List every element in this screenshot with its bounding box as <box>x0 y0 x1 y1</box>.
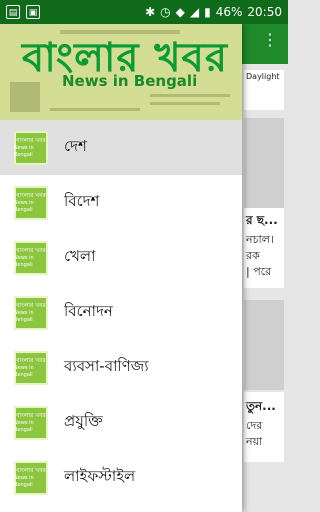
app-logo-icon: বাংলার খবর News in Bengali <box>14 405 48 440</box>
menu-item-lifestyle[interactable]: বাংলার খবর News in Bengali লাইফস্টাইল <box>0 450 242 505</box>
navigation-drawer: বাংলার খবর News in Bengali বাংলার খবর New… <box>0 24 242 512</box>
news-image[interactable] <box>244 118 284 208</box>
drawer-menu: বাংলার খবর News in Bengali দেশ বাংলার খবর… <box>0 120 242 505</box>
app-logo-icon: বাংলার খবর News in Bengali <box>14 350 48 385</box>
overflow-menu-icon[interactable]: ⋮ <box>262 30 278 49</box>
news-image[interactable] <box>244 300 284 390</box>
menu-item-label: বিদেশ <box>64 192 100 210</box>
clock: 20:50 <box>247 5 282 19</box>
app-logo-icon: বাংলার খবর News in Bengali <box>14 460 48 495</box>
news-text-line: | পরে <box>246 265 272 278</box>
news-text-line: নয়া <box>246 435 263 448</box>
app-logo-icon: বাংলার খবর News in Bengali <box>14 295 48 330</box>
wifi-icon: ◆ <box>175 5 185 19</box>
app-logo-icon: বাংলার খবর News in Bengali <box>14 130 48 165</box>
header-snippet: Daylight <box>246 72 280 81</box>
menu-item-desh[interactable]: বাংলার খবর News in Bengali দেশ <box>0 120 242 175</box>
menu-item-label: লাইফস্টাইল <box>64 467 136 485</box>
status-bar: ▤ ▣ ✱ ◷ ◆ ◢ ▮ 46% 20:50 <box>0 0 288 24</box>
menu-item-label: ব্যবসা-বাণিজ্য <box>64 357 149 375</box>
menu-item-label: বিনোদন <box>64 302 113 320</box>
app-logo-icon: বাংলার খবর News in Bengali <box>14 240 48 275</box>
menu-item-label: প্রযুক্তি <box>64 412 103 430</box>
alarm-icon: ◷ <box>160 5 171 19</box>
menu-item-label: দেশ <box>64 137 87 155</box>
notification-icon: ▤ <box>6 5 20 19</box>
menu-item-bidesh[interactable]: বাংলার খবর News in Bengali বিদেশ <box>0 175 242 230</box>
drawer-header: বাংলার খবর News in Bengali <box>0 24 242 120</box>
menu-item-khela[interactable]: বাংলার খবর News in Bengali খেলা <box>0 230 242 285</box>
image-icon: ▣ <box>26 5 40 19</box>
news-headline: র ছ... <box>246 213 278 227</box>
menu-item-binodon[interactable]: বাংলার খবর News in Bengali বিনোদন <box>0 285 242 340</box>
menu-item-byabsa[interactable]: বাংলার খবর News in Bengali ব্যবসা-বাণিজ্য <box>0 340 242 395</box>
menu-item-projukti[interactable]: বাংলার খবর News in Bengali প্রযুক্তি <box>0 395 242 450</box>
battery-percent: 46% <box>215 5 243 19</box>
app-logo-icon: বাংলার খবর News in Bengali <box>14 185 48 220</box>
bluetooth-icon: ✱ <box>145 5 156 19</box>
app-title-english: News in Bengali <box>62 72 198 90</box>
menu-item-label: খেলা <box>64 247 96 265</box>
signal-icon: ◢ <box>189 5 200 19</box>
battery-icon: ▮ <box>204 5 211 19</box>
news-headline: তুন... <box>246 399 276 413</box>
